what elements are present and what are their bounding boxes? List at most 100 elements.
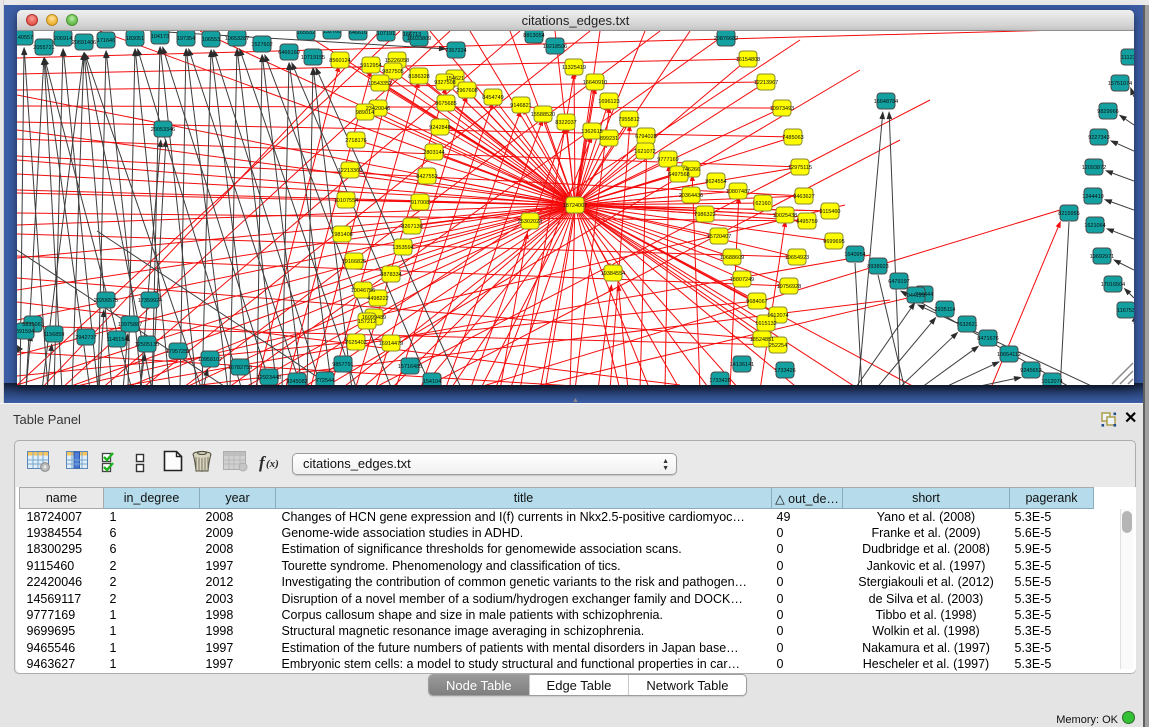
svg-text:104173: 104173 [151, 34, 169, 40]
svg-text:899231: 899231 [600, 136, 618, 142]
svg-text:646616: 646616 [349, 31, 367, 36]
svg-text:1353594: 1353594 [392, 245, 413, 251]
svg-text:8186328: 8186328 [408, 74, 429, 80]
svg-text:9857791: 9857791 [332, 362, 353, 368]
svg-text:10025438: 10025438 [773, 213, 797, 219]
svg-text:10653287: 10653287 [225, 36, 249, 42]
svg-text:14136141: 14136141 [730, 362, 754, 368]
svg-text:197354: 197354 [177, 36, 195, 42]
svg-text:8267130: 8267130 [401, 224, 422, 230]
svg-text:9829966: 9829966 [1097, 109, 1118, 115]
svg-text:7357224: 7357224 [445, 48, 466, 54]
svg-text:1640954: 1640954 [844, 252, 865, 258]
svg-text:7625402: 7625402 [345, 340, 366, 346]
svg-text:1527602: 1527602 [251, 42, 272, 48]
svg-text:6479197: 6479197 [888, 279, 909, 285]
svg-text:19384554: 19384554 [601, 271, 625, 277]
svg-text:9115460: 9115460 [819, 209, 840, 215]
svg-text:154104: 154104 [423, 379, 441, 385]
svg-text:2935114: 2935114 [934, 307, 955, 313]
svg-text:171646: 171646 [97, 38, 115, 44]
svg-text:9827505: 9827505 [382, 69, 403, 75]
svg-text:4498222: 4498222 [367, 296, 388, 302]
svg-text:206914: 206914 [54, 36, 72, 42]
svg-text:12923448: 12923448 [257, 375, 281, 381]
svg-text:3624554: 3624554 [705, 179, 726, 185]
svg-text:165532: 165532 [297, 31, 315, 36]
svg-text:10654112: 10654112 [997, 352, 1021, 358]
svg-text:16782759: 16782759 [228, 365, 252, 371]
svg-text:6466160: 6466160 [278, 50, 299, 56]
svg-text:107191: 107191 [377, 31, 395, 37]
svg-text:6794028: 6794028 [635, 134, 656, 140]
svg-text:1145154: 1145154 [106, 337, 127, 343]
svg-text:5835061: 5835061 [22, 322, 43, 328]
svg-text:16033809: 16033809 [407, 36, 431, 42]
svg-text:15226058: 15226058 [385, 58, 409, 64]
svg-text:989014: 989014 [356, 110, 374, 116]
svg-text:252254: 252254 [769, 343, 787, 349]
svg-text:2942737: 2942737 [75, 335, 96, 341]
svg-text:2967608: 2967608 [456, 88, 477, 94]
svg-text:11325419: 11325419 [562, 65, 586, 71]
svg-text:10688609: 10688609 [720, 255, 744, 261]
svg-text:8813054: 8813054 [523, 33, 544, 39]
svg-text:(x): (x) [266, 458, 279, 470]
svg-text:2718176: 2718176 [345, 138, 366, 144]
svg-text:17957253: 17957253 [166, 349, 190, 355]
svg-text:1733426: 1733426 [709, 378, 730, 384]
svg-text:15716485: 15716485 [398, 364, 422, 370]
svg-text:3675685: 3675685 [435, 101, 456, 107]
svg-text:8878334: 8878334 [380, 272, 401, 278]
svg-text:944123: 944123 [907, 293, 925, 299]
svg-text:12505135: 12505135 [135, 342, 159, 348]
svg-text:106553: 106553 [202, 37, 220, 43]
svg-text:20876682: 20876682 [714, 36, 738, 42]
svg-text:8938923: 8938923 [867, 264, 888, 270]
svg-text:6497568: 6497568 [668, 172, 689, 178]
svg-text:1621072: 1621072 [634, 149, 655, 155]
svg-text:1981408: 1981408 [331, 232, 352, 238]
svg-text:17359924: 17359924 [138, 298, 162, 304]
svg-text:19692971: 19692971 [1090, 254, 1114, 260]
svg-text:16648784: 16648784 [874, 99, 898, 105]
svg-text:9684067: 9684067 [746, 299, 767, 305]
svg-text:8322037: 8322037 [555, 120, 576, 126]
svg-text:391594: 391594 [17, 329, 34, 335]
svg-text:12093872: 12093872 [1082, 165, 1106, 171]
svg-text:7986322: 7986322 [694, 212, 715, 218]
svg-text:12213369: 12213369 [338, 168, 362, 174]
svg-text:18724007: 18724007 [563, 203, 587, 209]
svg-text:8454749: 8454749 [482, 95, 503, 101]
svg-text:9245652: 9245652 [1020, 368, 1041, 374]
svg-text:9327508: 9327508 [434, 80, 455, 86]
svg-text:9227343: 9227343 [1088, 135, 1109, 141]
svg-text:1156859: 1156859 [43, 332, 64, 338]
svg-text:116753: 116753 [1117, 308, 1134, 314]
svg-text:12975115: 12975115 [788, 165, 812, 171]
svg-text:9777169: 9777169 [657, 157, 678, 163]
svg-text:8560124: 8560124 [329, 58, 350, 64]
svg-text:1621064: 1621064 [1084, 223, 1105, 229]
svg-text:10719155: 10719155 [301, 55, 325, 61]
svg-text:15720407: 15720407 [707, 234, 731, 240]
svg-text:1244419: 1244419 [1082, 194, 1103, 200]
svg-text:10975887: 10975887 [118, 322, 142, 328]
svg-text:1615132: 1615132 [755, 321, 776, 327]
svg-text:9463627: 9463627 [793, 194, 814, 200]
svg-text:19218506: 19218506 [543, 44, 567, 50]
svg-text:16154808: 16154808 [736, 57, 760, 63]
svg-text:25302023: 25302023 [518, 219, 542, 225]
svg-text:152760: 152760 [323, 31, 341, 35]
svg-text:20206575: 20206575 [94, 298, 118, 304]
svg-text:18807249: 18807249 [730, 277, 754, 283]
svg-text:5912954: 5912954 [360, 63, 381, 69]
svg-text:9146821: 9146821 [510, 103, 531, 109]
svg-text:2055721: 2055721 [33, 45, 54, 51]
svg-text:8215955: 8215955 [1058, 211, 1079, 217]
svg-text:2803144: 2803144 [423, 150, 444, 156]
svg-text:4495759: 4495759 [796, 219, 817, 225]
svg-text:9699695: 9699695 [823, 239, 844, 245]
svg-text:8427552: 8427552 [416, 174, 437, 180]
svg-text:7485063: 7485063 [782, 135, 803, 141]
